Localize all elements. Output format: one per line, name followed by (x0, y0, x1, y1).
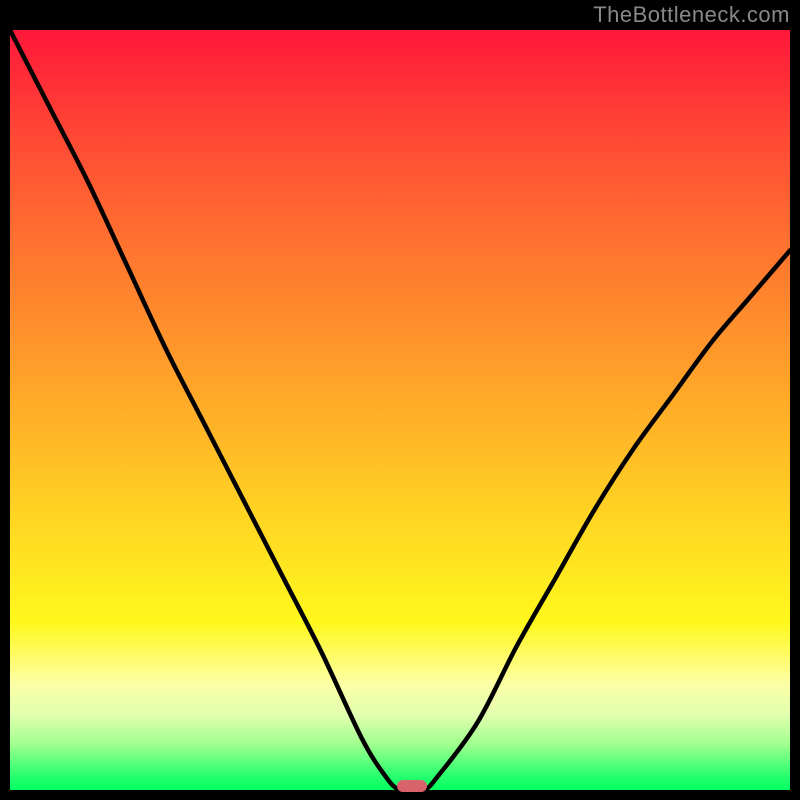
watermark-text: TheBottleneck.com (593, 2, 790, 28)
minimum-marker (397, 780, 427, 792)
bottleneck-curve (10, 30, 790, 790)
chart-stage: TheBottleneck.com (0, 0, 800, 800)
plot-area (10, 30, 790, 790)
curve-path (10, 30, 790, 790)
